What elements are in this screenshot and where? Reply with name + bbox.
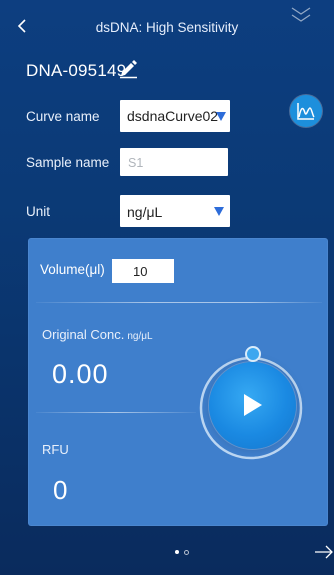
dropdown-arrow-icon — [216, 112, 226, 121]
page-dot — [184, 550, 189, 555]
divider — [36, 302, 322, 303]
unit-value: ng/μL — [127, 204, 163, 220]
play-icon — [244, 394, 262, 416]
unit-dropdown[interactable]: ng/μL — [120, 195, 230, 227]
double-chevron-down-icon — [291, 7, 311, 22]
curve-graph-icon — [297, 103, 315, 120]
pencil-icon — [120, 60, 137, 79]
sample-name-input[interactable] — [126, 150, 225, 176]
progress-knob[interactable] — [245, 346, 261, 362]
sample-name-label: Sample name — [26, 155, 110, 170]
unit-label: Unit — [26, 204, 51, 219]
rfu-label: RFU — [42, 442, 69, 457]
curve-name-label: Curve name — [26, 109, 100, 124]
curve-graph-button[interactable] — [290, 95, 322, 127]
page-dot-active — [175, 550, 179, 554]
rfu-value: 0 — [53, 475, 68, 505]
app-header: dsDNA: High Sensitivity — [0, 0, 334, 52]
volume-value: 10 — [133, 264, 148, 279]
volume-input[interactable]: 10 — [112, 259, 174, 283]
concentration-value: 0.00 — [52, 359, 109, 389]
original-conc-unit: ng/μL — [127, 331, 153, 342]
collapse-button[interactable] — [286, 4, 316, 28]
page-title: dsDNA: High Sensitivity — [95, 20, 239, 35]
divider — [36, 412, 196, 413]
sample-name-field[interactable] — [120, 148, 228, 176]
edit-button[interactable] — [117, 57, 139, 79]
page-indicator — [175, 549, 195, 557]
arrow-right-icon — [315, 545, 333, 559]
original-conc-label: Original Conc. ng/μL — [42, 327, 153, 342]
dropdown-arrow-icon — [214, 207, 224, 216]
next-button[interactable] — [313, 543, 334, 561]
curve-name-dropdown[interactable]: dsdnaCurve02 — [120, 100, 230, 132]
curve-name-value: dsdnaCurve02 — [127, 108, 219, 124]
start-measure-button[interactable] — [209, 362, 296, 449]
original-conc-text: Original Conc. — [42, 327, 125, 342]
sample-id: DNA-095149 — [26, 61, 127, 80]
volume-label: Volume(μl) — [40, 262, 105, 277]
